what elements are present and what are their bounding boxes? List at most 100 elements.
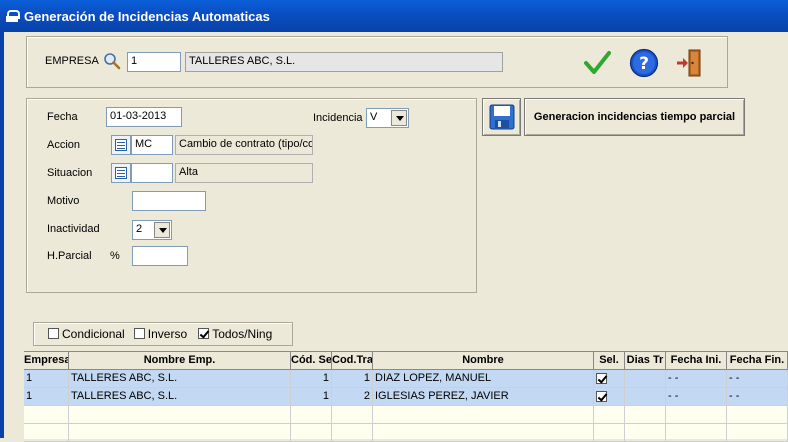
situacion-code-input[interactable] [131, 163, 173, 183]
parameters-panel: Fecha 01-03-2013 Incidencia V Accion MC … [26, 98, 477, 293]
cell-fecha-ini: - - [666, 370, 727, 388]
condicional-label: Condicional [62, 327, 125, 341]
situacion-desc-field: Alta [175, 163, 313, 183]
inverso-label: Inverso [147, 327, 188, 341]
hparcial-unit: % [110, 250, 120, 262]
help-icon[interactable]: ? [629, 48, 659, 78]
table-row-empty [24, 424, 788, 442]
chevron-down-icon[interactable] [154, 222, 170, 238]
empty-cell [291, 424, 332, 442]
situacion-list-button[interactable] [111, 163, 131, 183]
cell-cod-tra: 1 [332, 370, 373, 388]
app-icon [6, 10, 20, 22]
cell-sel[interactable] [594, 388, 625, 406]
accion-label: Accion [47, 139, 81, 151]
cell-fecha-ini: - - [666, 388, 727, 406]
empty-cell [727, 424, 788, 442]
accion-list-button[interactable] [111, 135, 131, 155]
search-icon[interactable] [103, 52, 121, 70]
col-fecha-ini[interactable]: Fecha Ini. [666, 352, 727, 370]
empty-cell [594, 424, 625, 442]
row-select-checkbox[interactable] [596, 391, 607, 402]
empty-cell [373, 406, 594, 424]
empty-cell [625, 424, 666, 442]
cell-dias [625, 370, 666, 388]
motivo-input[interactable] [132, 191, 206, 211]
cell-nombre-emp: TALLERES ABC, S.L. [69, 388, 291, 406]
accion-code-input[interactable]: MC [131, 135, 173, 155]
col-sel[interactable]: Sel. [594, 352, 625, 370]
table-row[interactable]: 1 TALLERES ABC, S.L. 1 1 DIAZ LOPEZ, MAN… [24, 370, 788, 388]
cell-empresa: 1 [24, 370, 69, 388]
inactividad-select[interactable]: 2 [132, 220, 172, 240]
col-empresa[interactable]: Empresa [24, 352, 69, 370]
row-select-checkbox[interactable] [596, 373, 607, 384]
col-nombre[interactable]: Nombre [373, 352, 594, 370]
client-area: EMPRESA 1 TALLERES ABC, S.L. ? Fecha 01-… [4, 32, 788, 442]
cell-nombre: DIAZ LOPEZ, MANUEL [373, 370, 594, 388]
hparcial-label: H.Parcial [47, 250, 92, 262]
empresa-code-input[interactable]: 1 [127, 52, 181, 72]
col-cod-se[interactable]: Cód. Se [291, 352, 332, 370]
list-icon [115, 139, 127, 151]
empresa-label: EMPRESA [45, 55, 99, 67]
empresa-name-field: TALLERES ABC, S.L. [185, 52, 503, 72]
inactividad-label: Inactividad [47, 223, 100, 235]
filter-bar: Condicional Inverso Todos/Ning [33, 322, 293, 346]
empty-cell [594, 406, 625, 424]
todos-option[interactable]: Todos/Ning [198, 327, 273, 341]
cell-cod-se: 1 [291, 388, 332, 406]
incidencia-select[interactable]: V [366, 108, 409, 128]
inverso-checkbox[interactable] [133, 328, 145, 339]
motivo-label: Motivo [47, 195, 80, 207]
empty-cell [69, 424, 291, 442]
cell-empresa: 1 [24, 388, 69, 406]
cell-nombre: IGLESIAS PEREZ, JAVIER [373, 388, 594, 406]
table-row[interactable]: 1 TALLERES ABC, S.L. 1 2 IGLESIAS PEREZ,… [24, 388, 788, 406]
inactividad-value: 2 [136, 223, 143, 235]
cell-nombre-emp: TALLERES ABC, S.L. [69, 370, 291, 388]
svg-text:?: ? [639, 54, 649, 74]
cell-sel[interactable] [594, 370, 625, 388]
empty-cell [625, 406, 666, 424]
empty-cell [24, 424, 69, 442]
empty-cell [373, 424, 594, 442]
incidencia-value: V [370, 111, 378, 123]
todos-checkbox[interactable] [198, 328, 210, 339]
fecha-label: Fecha [47, 111, 78, 123]
chevron-down-icon[interactable] [391, 110, 407, 126]
empty-cell [332, 406, 373, 424]
table-header: Empresa Nombre Emp. Cód. Se Cod.Tra Nomb… [24, 352, 788, 370]
empty-cell [291, 406, 332, 424]
generate-button[interactable]: Generacion incidencias tiempo parcial [524, 98, 745, 136]
cell-dias [625, 388, 666, 406]
accion-desc-field: Cambio de contrato (tipo/coe [175, 135, 313, 155]
col-cod-tra[interactable]: Cod.Tra [332, 352, 373, 370]
cell-fecha-fin: - - [727, 388, 788, 406]
col-dias[interactable]: Dias Tr [625, 352, 666, 370]
col-fecha-fin[interactable]: Fecha Fin. [727, 352, 788, 370]
cell-cod-se: 1 [291, 370, 332, 388]
empty-cell [666, 406, 727, 424]
empresa-panel: EMPRESA 1 TALLERES ABC, S.L. ? [26, 36, 728, 88]
condicional-option[interactable]: Condicional [48, 327, 125, 341]
todos-label: Todos/Ning [212, 327, 273, 341]
inverso-option[interactable]: Inverso [133, 327, 188, 341]
condicional-checkbox[interactable] [48, 328, 59, 339]
table-row-empty [24, 406, 788, 424]
fecha-input[interactable]: 01-03-2013 [106, 107, 182, 127]
window-title: Generación de Incidencias Automaticas [24, 8, 270, 24]
accept-icon[interactable] [583, 49, 611, 77]
empty-cell [666, 424, 727, 442]
empty-cell [24, 406, 69, 424]
situacion-label: Situacion [47, 167, 93, 179]
list-icon [115, 167, 127, 179]
save-icon [489, 104, 515, 130]
hparcial-input[interactable] [132, 246, 188, 266]
save-button[interactable] [482, 98, 521, 136]
empty-cell [69, 406, 291, 424]
exit-icon[interactable] [675, 48, 703, 78]
empty-cell [727, 406, 788, 424]
incidencia-label: Incidencia [313, 112, 363, 124]
col-nombre-emp[interactable]: Nombre Emp. [69, 352, 291, 370]
